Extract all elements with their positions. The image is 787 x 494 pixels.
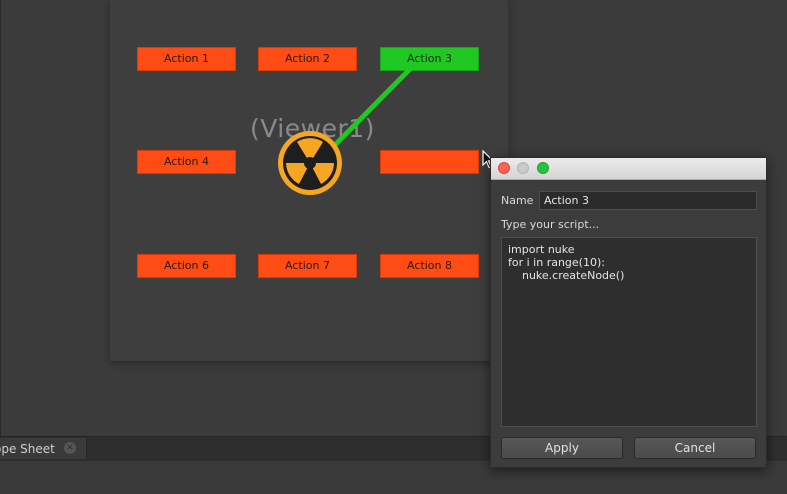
dialog-titlebar[interactable] [491,158,766,180]
window-minimize-button[interactable] [517,162,529,174]
script-dialog: Name Type your script... import nuke for… [490,157,767,468]
script-line: for i in range(10): [508,256,605,269]
window-zoom-button[interactable] [537,162,549,174]
tab-dope-sheet[interactable]: ope Sheet × [0,438,87,459]
apply-button[interactable]: Apply [501,437,623,459]
name-field[interactable] [539,191,757,210]
script-line: import nuke [508,243,575,256]
close-icon[interactable]: × [64,442,76,454]
script-textarea[interactable]: import nuke for i in range(10): nuke.cre… [501,237,757,427]
script-line: nuke.createNode() [508,269,625,282]
window-close-button[interactable] [498,162,510,174]
name-label: Name [501,194,534,207]
cancel-button[interactable]: Cancel [634,437,756,459]
tab-dope-sheet-label: ope Sheet [0,442,55,456]
nuke-logo-icon[interactable] [277,130,343,196]
script-label: Type your script... [501,218,600,231]
